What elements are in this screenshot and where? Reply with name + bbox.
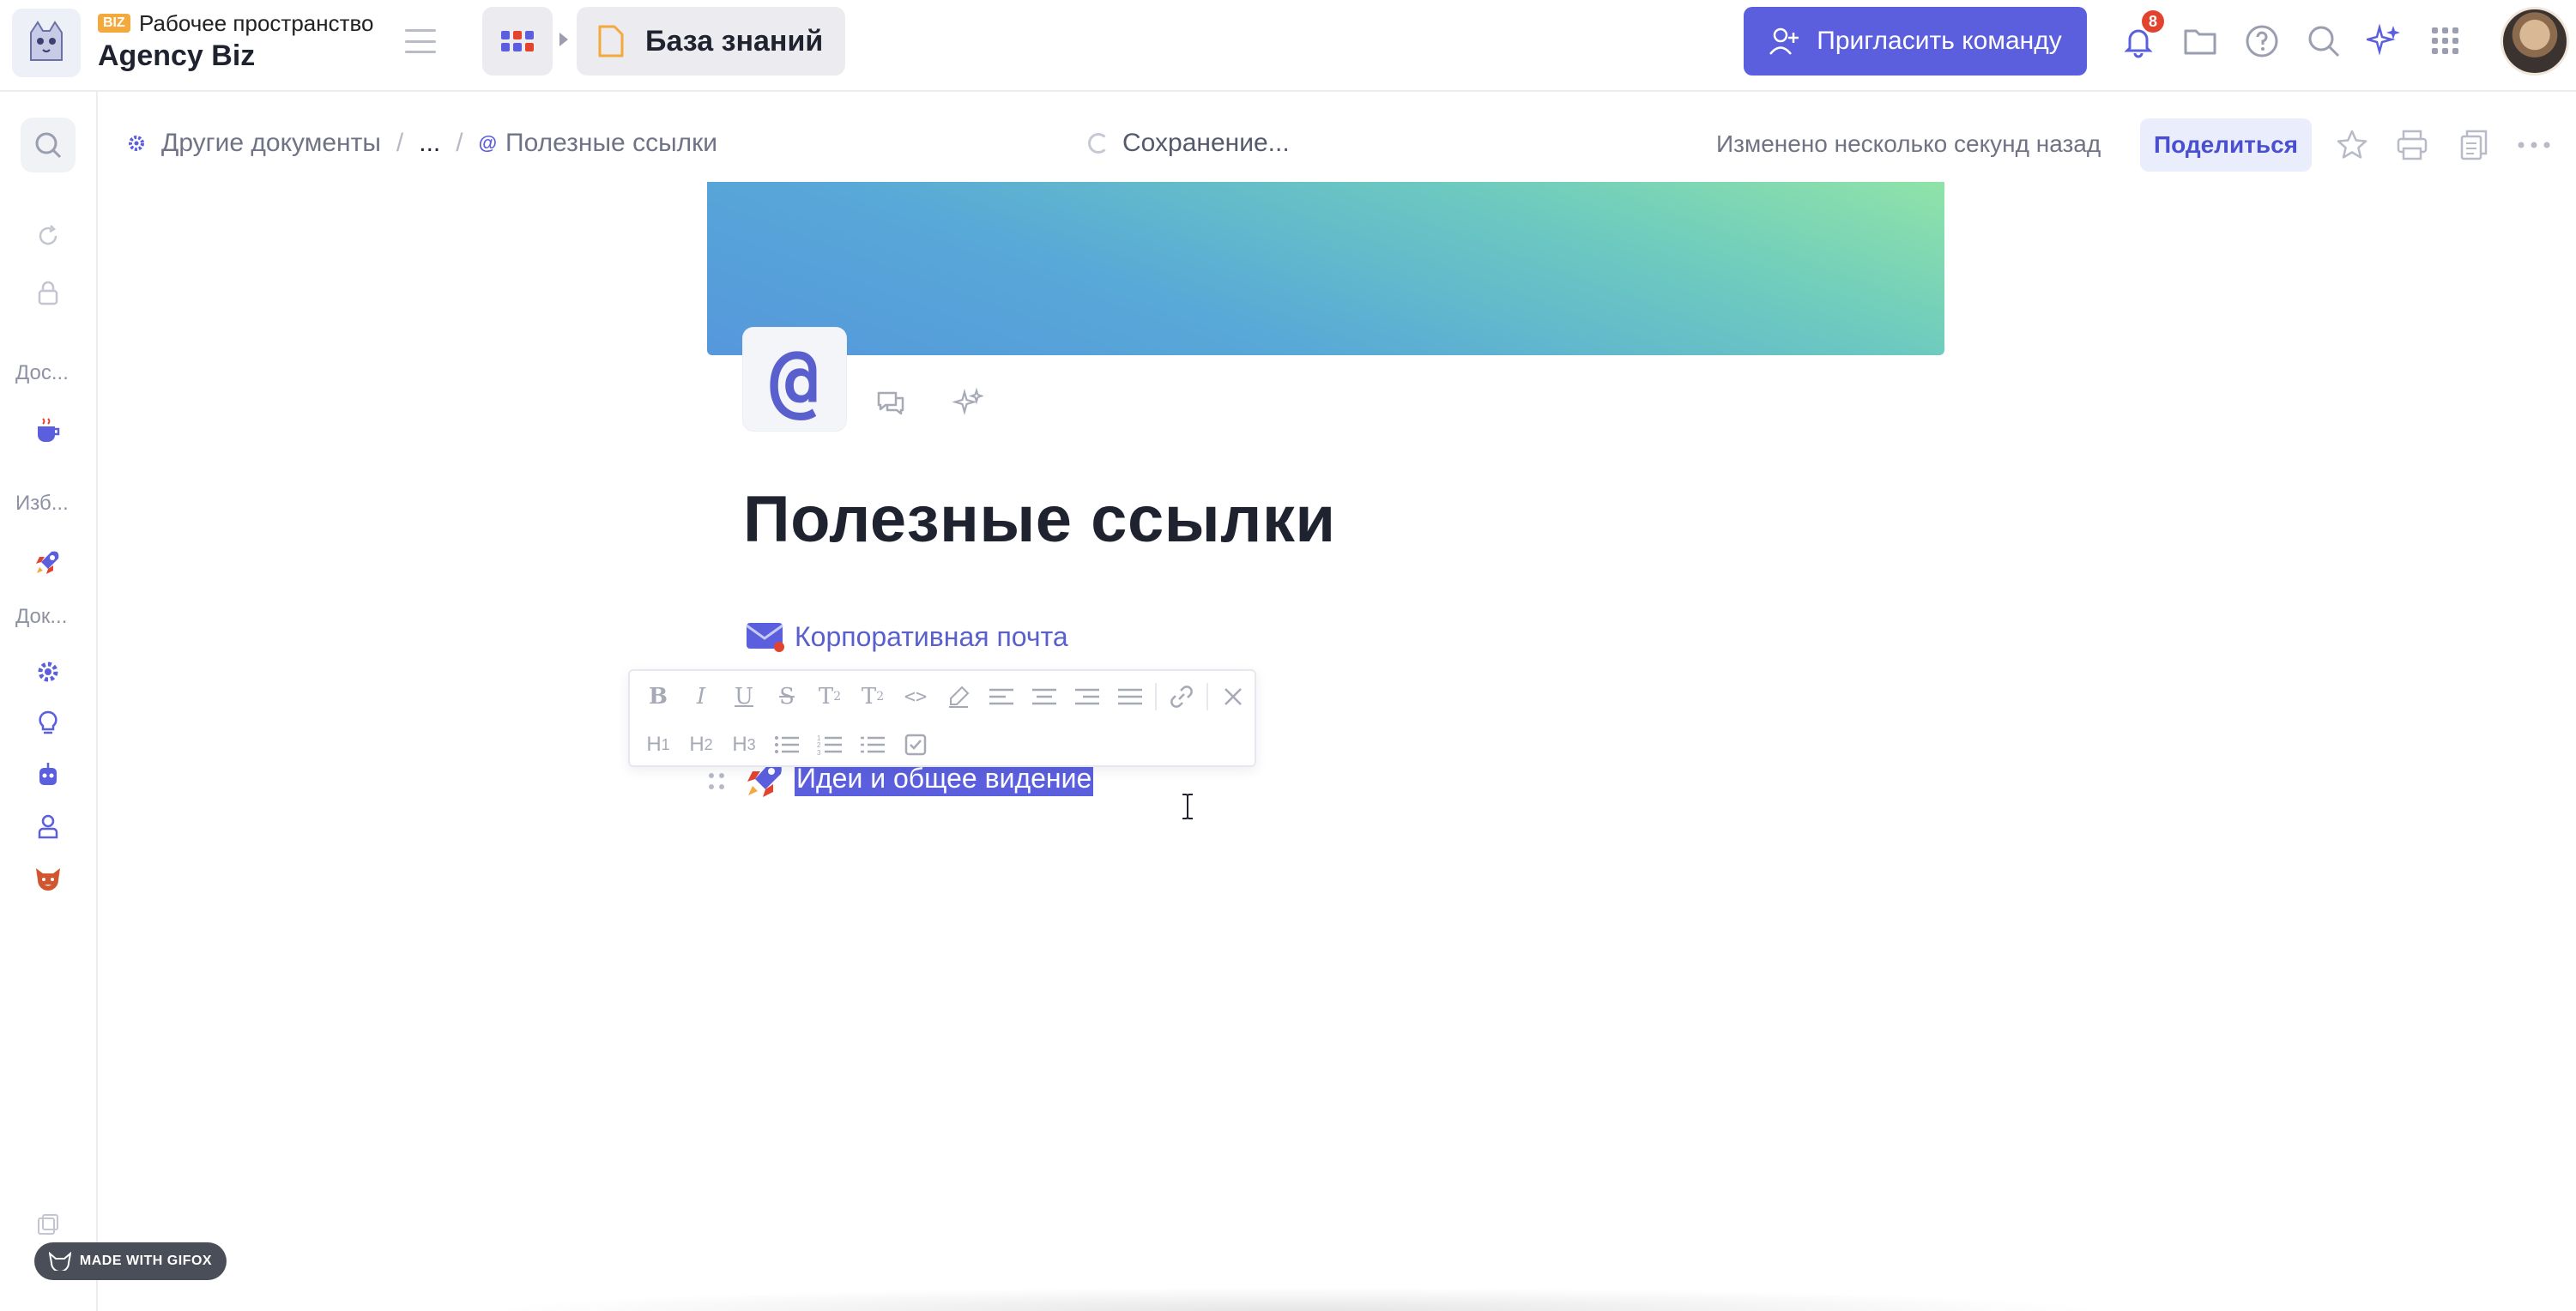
subscript-button[interactable]: T2 [808, 678, 851, 716]
rail-search-button[interactable] [21, 118, 76, 172]
page-title[interactable]: Полезные ссылки [743, 482, 1336, 557]
rail-section-docs: Док... [15, 605, 68, 628]
indent-list-icon[interactable] [851, 726, 894, 764]
bold-button[interactable]: B [637, 678, 680, 716]
svg-text:2: 2 [817, 741, 821, 749]
align-justify-icon[interactable] [1109, 678, 1152, 716]
breadcrumb-separator: / [396, 129, 404, 157]
breadcrumb-separator: / [456, 129, 463, 157]
knowledge-base-button[interactable]: База знаний [577, 7, 846, 76]
page-icon[interactable]: @ [743, 328, 846, 431]
align-right-icon[interactable] [1066, 678, 1109, 716]
text-format-toolbar: B I U S T2 T2 <> H1 H2 H3 1 2 3 [628, 669, 1256, 767]
print-icon[interactable] [2392, 125, 2432, 165]
gear-icon[interactable] [31, 655, 65, 689]
link-corporate-mail[interactable]: Корпоративная почта [795, 621, 1068, 653]
workspace-logo[interactable] [12, 9, 81, 77]
document-icon [598, 25, 624, 57]
highlighter-icon[interactable] [937, 678, 980, 716]
comment-icon[interactable] [872, 384, 910, 422]
user-avatar[interactable] [2500, 7, 2569, 76]
breadcrumb-parent[interactable]: Другие документы [161, 129, 381, 158]
bottom-shadow [481, 1287, 2111, 1311]
toolbar-row-inline: B I U S T2 T2 <> [637, 678, 1255, 716]
top-bar: BIZ Рабочее пространство Agency Biz База… [0, 0, 2576, 92]
text-cursor-icon [1182, 794, 1193, 819]
ai-sparkles-icon[interactable] [949, 384, 987, 422]
ai-sparkles-icon[interactable] [2365, 22, 2403, 60]
toolbar-divider [1206, 683, 1208, 710]
invite-team-label: Пригласить команду [1817, 27, 2062, 55]
fox-logo-icon [48, 1252, 71, 1271]
fox-icon[interactable] [31, 861, 65, 895]
bell-icon[interactable]: 8 [2119, 10, 2164, 60]
gifox-watermark: MADE WITH GIFOX [34, 1242, 227, 1280]
hamburger-menu-icon[interactable] [400, 24, 441, 58]
notification-count-badge: 8 [2142, 10, 2164, 33]
chevron-right-icon [559, 33, 568, 46]
left-rail: Дос... Изб... Док... [0, 92, 98, 1311]
share-button[interactable]: Поделиться [2140, 118, 2312, 172]
duplicate-icon[interactable] [2454, 125, 2494, 165]
italic-button[interactable]: I [680, 678, 723, 716]
robot-icon[interactable] [31, 758, 65, 792]
rail-section-favorites: Изб... [15, 492, 69, 515]
toolbar-row-block: H1 H2 H3 123 [637, 726, 937, 764]
link-icon[interactable] [1160, 678, 1203, 716]
align-left-icon[interactable] [980, 678, 1023, 716]
breadcrumb-current[interactable]: Полезные ссылки [505, 129, 717, 158]
at-sign-icon: @ [770, 331, 819, 427]
save-status: Сохранение... [1088, 129, 1290, 158]
page-cover-image[interactable] [707, 182, 1944, 355]
envelope-icon [746, 623, 784, 652]
search-icon[interactable] [2305, 22, 2343, 60]
star-icon[interactable] [2332, 125, 2372, 165]
layers-icon[interactable] [31, 1207, 65, 1242]
superscript-button[interactable]: T2 [851, 678, 894, 716]
numbered-list-icon[interactable]: 123 [808, 726, 851, 764]
save-status-label: Сохранение... [1122, 129, 1290, 157]
at-sign-icon: @ [478, 132, 498, 154]
coffee-icon[interactable] [31, 413, 65, 447]
toolbar-divider [1155, 683, 1157, 710]
invite-team-button[interactable]: Пригласить команду [1744, 7, 2087, 76]
lightbulb-icon[interactable] [31, 706, 65, 740]
rocket-icon[interactable] [31, 545, 65, 579]
heading-1-button[interactable]: H1 [637, 726, 680, 764]
help-icon[interactable] [2243, 22, 2281, 60]
breadcrumb: Другие документы / ... / @ Полезные ссыл… [127, 129, 717, 158]
workspace-plan-badge: BIZ [98, 14, 130, 33]
cat-mascot-icon [30, 21, 63, 61]
breadcrumb-ellipsis[interactable]: ... [419, 129, 440, 158]
refresh-icon[interactable] [31, 219, 65, 253]
close-icon[interactable] [1212, 678, 1255, 716]
checklist-icon[interactable] [894, 726, 937, 764]
search-icon [35, 132, 62, 159]
heading-3-button[interactable]: H3 [723, 726, 765, 764]
grid-menu-icon[interactable] [2427, 22, 2464, 60]
workspace-name[interactable]: Agency Biz [98, 39, 255, 73]
last-modified-label: Изменено несколько секунд назад [1716, 130, 2101, 157]
svg-text:3: 3 [817, 749, 821, 756]
bullet-list-icon[interactable] [765, 726, 808, 764]
apps-grid-button[interactable] [482, 7, 553, 76]
person-icon[interactable] [31, 809, 65, 843]
gear-icon [129, 136, 144, 151]
rail-section-documents: Дос... [15, 361, 69, 384]
section-title: База знаний [645, 24, 824, 57]
more-options-icon[interactable] [2514, 125, 2554, 165]
folder-icon[interactable] [2181, 22, 2219, 60]
heading-2-button[interactable]: H2 [680, 726, 723, 764]
loading-spinner-icon [1088, 133, 1109, 154]
strikethrough-button[interactable]: S [765, 678, 808, 716]
lock-icon[interactable] [31, 275, 65, 310]
add-user-icon [1769, 27, 1799, 55]
list-item[interactable]: Корпоративная почта [745, 618, 1068, 656]
code-icon[interactable]: <> [894, 678, 937, 716]
workspace-label: Рабочее пространство [139, 10, 374, 36]
underline-button[interactable]: U [723, 678, 765, 716]
watermark-label: MADE WITH GIFOX [79, 1254, 213, 1268]
align-center-icon[interactable] [1023, 678, 1066, 716]
